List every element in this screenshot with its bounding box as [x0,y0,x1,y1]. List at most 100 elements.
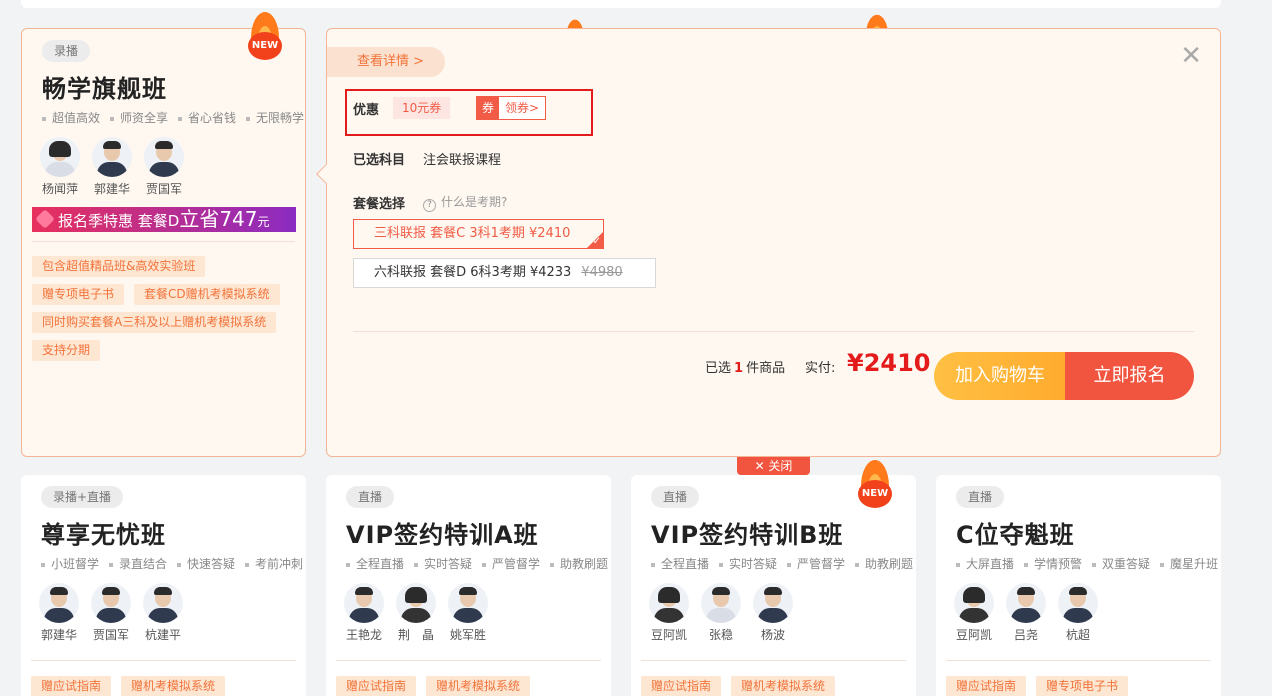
benefit-chip: 赠机考模拟系统 [121,676,226,696]
question-icon: ? [423,199,436,212]
feature-item: 无限畅学 [246,109,304,126]
original-price: ¥4980 [581,265,623,280]
course-type-tag: 直播 [651,486,700,508]
course-card-vip-b[interactable]: 直播 VIP签约特训B班 全程直播 实时答疑 严管督学 助教刷题 豆阿凯 张稳 … [631,475,916,696]
teacher: 王艳龙 [342,583,386,643]
avatar [39,583,79,623]
teacher-name: 豆阿凯 [650,628,687,642]
promo-amount: 立省747 [179,207,258,231]
benefit-chip: 包含超值精品班&高效实验班 [32,256,206,277]
package-option-selected[interactable]: 三科联报 套餐C 3科1考期 ¥2410 ✓ [353,219,604,249]
teacher-name: 郭建华 [40,628,77,642]
package-option-label: 三科联报 套餐C 3科1考期 ¥2410 [374,226,571,241]
coupon-icon: 券 [477,97,499,119]
divider [32,241,295,242]
teacher-name: 杨波 [760,628,785,642]
teacher: 贾国军 [142,137,186,197]
feature-item: 学情预警 [1024,555,1082,572]
avatar [91,583,131,623]
avatar [448,583,488,623]
teacher-name: 贾国军 [92,628,129,642]
divider [353,331,1194,332]
teacher: 杨波 [751,583,795,643]
teacher: 贾国军 [89,583,133,643]
feature-item: 全程直播 [346,555,404,572]
benefit-chip: 赠专项电子书 [1036,676,1129,696]
course-title: VIP签约特训A班 [346,521,539,549]
teacher-list: 郭建华 贾国军 杭建平 [37,583,185,643]
feature-item: 助教刷题 [855,555,913,572]
benefit-chip: 赠应试指南 [946,676,1027,696]
package-detail-panel: 查看详情 > ✕ 优惠 10元券 券 领券> 已选科目 注会联报课程 套餐选择 … [316,28,1221,457]
package-option[interactable]: 六科联报 套餐D 6科3考期 ¥4233 ¥4980 [353,258,656,288]
avatar [753,583,793,623]
teacher: 吕尧 [1004,583,1048,643]
teacher-name: 王艳龙 [345,628,382,642]
coupon-highlight-box [345,89,593,136]
feature-list: 全程直播 实时答疑 严管督学 助教刷题 [651,555,913,572]
subject-label: 已选科目 [353,153,406,168]
summary-count: 1 [734,361,744,376]
course-type-tag: 直播 [346,486,395,508]
add-to-cart-button[interactable]: 加入购物车 [934,352,1066,400]
teacher-list: 豆阿凯 张稳 杨波 [647,583,795,643]
benefit-chip: 支持分期 [32,340,101,361]
course-type-tag: 录播 [42,40,91,62]
course-card-c-wei[interactable]: 直播 C位夺魁班 大屏直播 学情预警 双重答疑 魔星升班 豆阿凯 吕尧 杭超 赠… [936,475,1221,696]
panel-pointer [316,164,336,184]
feature-item: 小班督学 [41,555,99,572]
teacher-name: 姚军胜 [449,628,486,642]
selected-count: 已选 1 件商品 [705,357,785,376]
feature-list: 小班督学 录直结合 快速答疑 考前冲刺 [41,555,303,572]
feature-item: 快速答疑 [177,555,235,572]
enroll-now-button[interactable]: 立即报名 [1065,352,1194,400]
avatar [1006,583,1046,623]
view-details-link[interactable]: 查看详情 > [327,47,445,77]
new-flame-icon: NEW [858,460,892,508]
promo-banner[interactable]: 报名季特惠 套餐D立省747元 [32,207,296,232]
close-icon[interactable]: ✕ [1180,43,1202,69]
teacher: 杭超 [1056,583,1100,643]
course-title: 畅学旗舰班 [42,75,167,103]
avatar [396,583,436,623]
feature-list: 超值高效 师资全享 省心省钱 无限畅学 [42,109,304,126]
avatar [40,137,80,177]
course-title: VIP签约特训B班 [651,521,844,549]
teacher-name: 豆阿凯 [955,628,992,642]
benefit-chip: 赠应试指南 [31,676,112,696]
teacher: 豆阿凯 [647,583,691,643]
previous-row-edge [21,0,1221,8]
teacher: 豆阿凯 [952,583,996,643]
subject-value: 注会联报课程 [423,153,502,168]
course-card-changxue[interactable]: 录播 畅学旗舰班 超值高效 师资全享 省心省钱 无限畅学 杨闻萍 郭建华 贾国军… [21,28,306,457]
benefit-chip: 赠专项电子书 [32,284,125,305]
total-price: ¥2410 [847,349,931,377]
collapse-button[interactable]: ✕ 关闭 [737,457,810,475]
benefit-chips: 赠应试指南 赠机考模拟系统 [31,676,296,696]
new-badge: NEW [858,480,892,508]
package-option-label: 六科联报 套餐D 6科3考期 ¥4233 [374,265,572,280]
course-card-zunxiang[interactable]: 录播+直播 尊享无忧班 小班督学 录直结合 快速答疑 考前冲刺 郭建华 贾国军 … [21,475,306,696]
feature-item: 省心省钱 [178,109,236,126]
benefit-chip: 套餐CD赠机考模拟系统 [134,284,280,305]
feature-list: 大屏直播 学情预警 双重答疑 魔星升班 [956,555,1218,572]
teacher-name: 贾国军 [145,182,182,196]
teacher: 杨闻萍 [38,137,82,197]
course-card-vip-a[interactable]: 直播 VIP签约特训A班 全程直播 实时答疑 严管督学 助教刷题 王艳龙 荆 晶… [326,475,611,696]
feature-item: 助教刷题 [550,555,608,572]
teacher-name: 郭建华 [93,182,130,196]
feature-item: 录直结合 [109,555,167,572]
teacher: 姚军胜 [446,583,490,643]
feature-list: 全程直播 实时答疑 严管督学 助教刷题 [346,555,608,572]
teacher-list: 杨闻萍 郭建华 贾国军 [38,137,186,197]
teacher: 郭建华 [37,583,81,643]
benefit-chip: 赠机考模拟系统 [426,676,531,696]
teacher-name: 吕尧 [1013,628,1038,642]
benefit-chip: 赠机考模拟系统 [731,676,836,696]
avatar [954,583,994,623]
feature-item: 魔星升班 [1160,555,1218,572]
exam-period-help[interactable]: ? 什么是考期? [423,193,507,212]
teacher: 郭建华 [90,137,134,197]
teacher-list: 豆阿凯 吕尧 杭超 [952,583,1100,643]
get-coupon-button[interactable]: 券 领券> [476,96,547,120]
